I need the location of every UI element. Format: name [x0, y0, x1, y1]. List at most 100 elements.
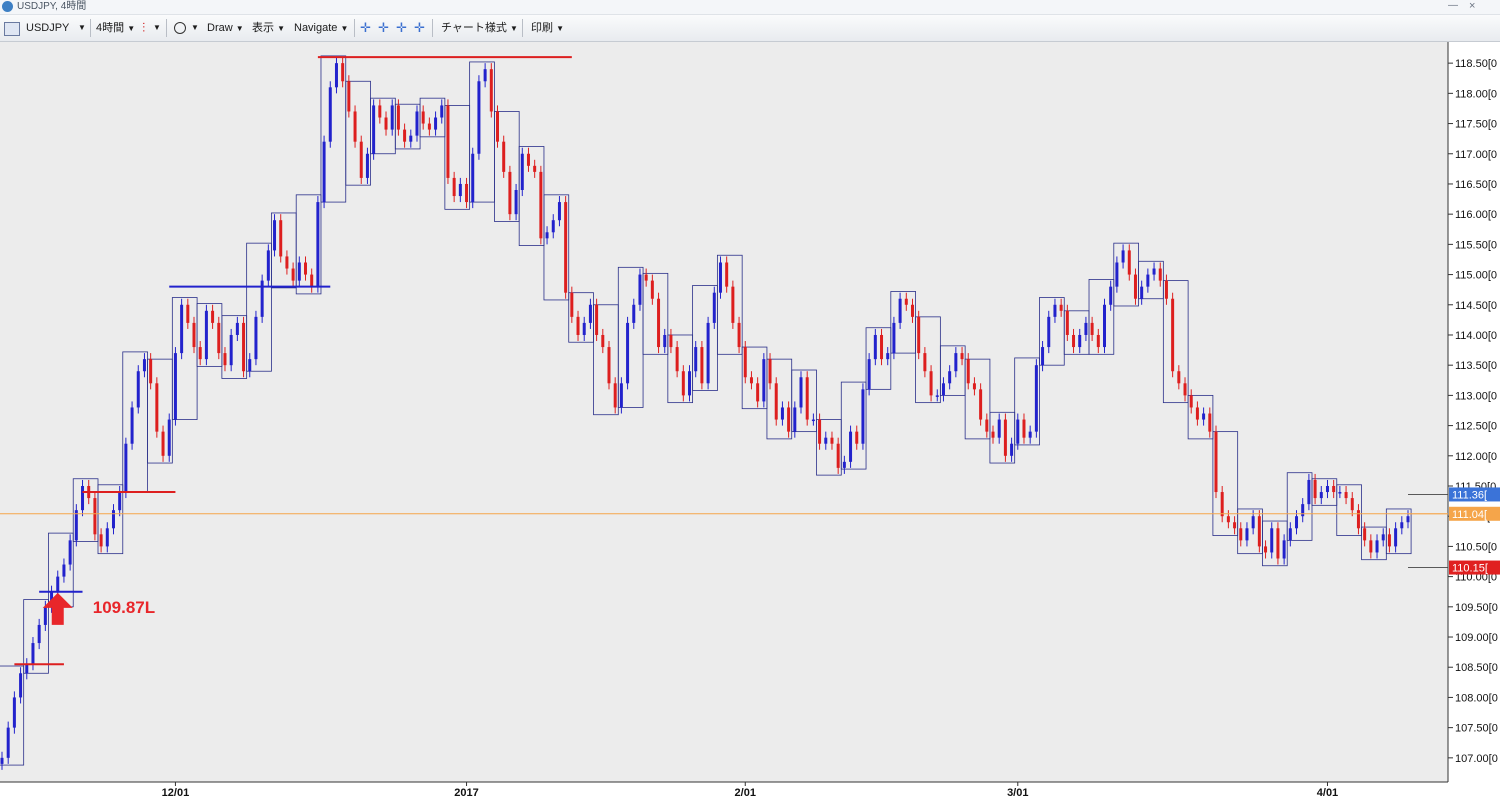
candle-body — [192, 322, 196, 348]
candle-body — [706, 322, 710, 384]
candle-body — [1084, 322, 1088, 335]
candle-body — [99, 534, 103, 547]
candle-body — [588, 304, 592, 323]
candle-body — [1356, 510, 1360, 529]
chevron-down-icon[interactable]: ▼ — [153, 15, 161, 41]
candle-body — [1319, 492, 1323, 499]
circle-tool-icon[interactable] — [174, 22, 186, 34]
navigate-label: Navigate — [294, 22, 338, 34]
candle-body — [1146, 274, 1150, 287]
candle-body — [570, 292, 574, 317]
candle-body — [873, 334, 877, 360]
draw-menu[interactable]: Draw ▼ — [207, 15, 244, 41]
view-menu[interactable]: 表示 ▼ — [252, 15, 285, 41]
candle-body — [111, 510, 115, 529]
price-chart[interactable]: 118.50[0 118.00[0 117.50[0 117.00[0 116.50[0… — [0, 42, 1500, 802]
candle-body — [619, 383, 623, 408]
chevron-down-icon: ▼ — [340, 24, 349, 33]
chevron-down-icon[interactable]: ▼ — [191, 15, 199, 41]
candle-body — [303, 262, 307, 275]
timeframe-dropdown[interactable]: 4時間 ▼ — [96, 15, 135, 41]
navigate-menu[interactable]: Navigate ▼ — [294, 15, 348, 41]
candle-body — [1053, 304, 1057, 317]
draw-label: Draw — [207, 22, 233, 34]
candle-body — [799, 377, 803, 408]
candle-body — [489, 69, 493, 112]
candle-body — [681, 371, 685, 396]
candle-body — [972, 383, 976, 390]
candle-body — [774, 383, 778, 420]
chevron-down-icon: ▼ — [235, 24, 244, 33]
candle-body — [954, 353, 958, 372]
candle-body — [1301, 504, 1305, 517]
crosshair-icon[interactable]: ✛ — [360, 15, 371, 41]
price-tick-label: 113.00[0 — [1455, 390, 1497, 402]
candle-body — [737, 322, 741, 348]
candle-body — [1264, 546, 1268, 553]
candle-body — [830, 437, 834, 444]
print-menu[interactable]: 印刷 ▼ — [531, 15, 564, 41]
candle-body — [1307, 479, 1311, 505]
candle-body — [712, 292, 716, 323]
candle-body — [1257, 516, 1261, 547]
candle-body — [818, 419, 822, 444]
chevron-down-icon[interactable]: ▼ — [78, 15, 86, 41]
crosshair-icon[interactable]: ✛ — [378, 15, 389, 41]
candle-body — [675, 347, 679, 372]
candle-body — [1028, 431, 1032, 438]
candle-body — [1177, 371, 1181, 384]
candle-body — [384, 117, 388, 130]
candle-body — [595, 304, 599, 335]
close-button[interactable]: × — [1469, 0, 1475, 12]
candle-body — [960, 353, 964, 360]
chevron-down-icon: ▼ — [127, 24, 136, 33]
price-tick-label: 116.50[0 — [1455, 179, 1497, 191]
price-tick-label: 118.50[0 — [1455, 58, 1497, 70]
candle-body — [12, 697, 16, 728]
candle-body — [1065, 310, 1069, 335]
candle-body — [508, 171, 512, 215]
candle-body — [582, 322, 586, 335]
chart-icon[interactable] — [4, 22, 20, 36]
candle-body — [824, 437, 828, 444]
price-tag-label: 110.15[ — [1452, 563, 1488, 575]
candle-body — [365, 153, 369, 178]
minimize-button[interactable]: — — [1448, 0, 1458, 12]
chevron-down-icon: ▼ — [509, 24, 518, 33]
candle-body — [6, 727, 10, 758]
candle-body — [496, 111, 500, 142]
candle-body — [880, 334, 884, 360]
candlestick-icon[interactable]: ⫶ — [142, 15, 145, 41]
chart-style-menu[interactable]: チャート様式 ▼ — [441, 15, 518, 41]
toolbar-separator — [354, 19, 355, 37]
chart-canvas[interactable]: 118.50[0 118.00[0 117.50[0 117.00[0 116.50[0… — [0, 42, 1500, 802]
toolbar-separator — [90, 19, 91, 37]
candle-body — [749, 377, 753, 384]
crosshair-icon[interactable]: ✛ — [414, 15, 425, 41]
candle-body — [266, 250, 270, 281]
time-tick-label: 12/01 — [162, 787, 190, 799]
crosshair-icon[interactable]: ✛ — [396, 15, 407, 41]
candle-body — [347, 81, 351, 112]
price-tick-label: 108.00[0 — [1455, 692, 1498, 704]
toolbar-separator — [166, 19, 167, 37]
window-title: USDJPY, 4時間 — [17, 1, 87, 12]
candle-body — [694, 347, 698, 372]
candle-body — [1400, 522, 1404, 529]
candle-body — [378, 105, 382, 118]
candle-body — [811, 419, 815, 422]
candle-body — [372, 105, 376, 154]
candle-body — [892, 322, 896, 354]
candle-body — [1195, 407, 1199, 420]
candle-body — [242, 322, 246, 372]
candle-body — [229, 334, 233, 366]
candle-body — [353, 111, 357, 142]
toolbar-separator — [432, 19, 433, 37]
candle-body — [81, 486, 85, 511]
symbol-dropdown[interactable]: USDJPY — [26, 15, 69, 41]
candle-body — [56, 576, 60, 592]
candle-body — [979, 389, 983, 420]
price-tick-label: 115.50[0 — [1455, 239, 1497, 251]
timeframe-label: 4時間 — [96, 22, 125, 34]
chart-style-label: チャート様式 — [441, 22, 507, 34]
